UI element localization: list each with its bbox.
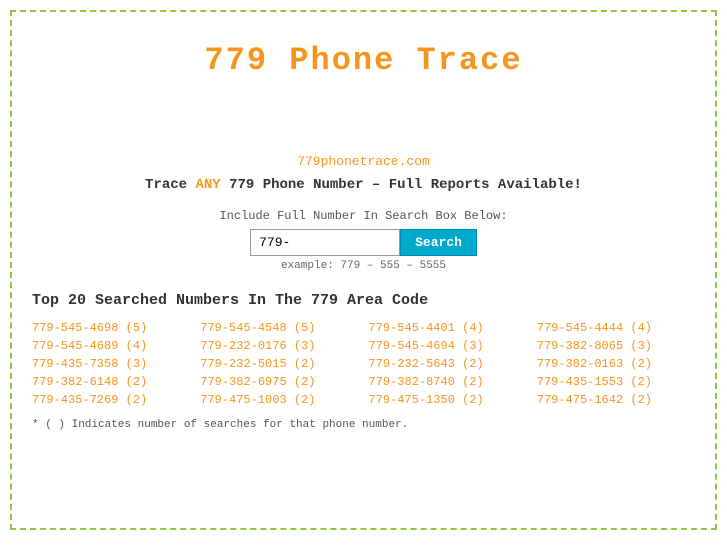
tagline: Trace ANY 779 Phone Number – Full Report… <box>32 177 695 193</box>
number-link[interactable]: 779-435-1553 (2) <box>537 375 695 389</box>
search-example: example: 779 – 555 – 5555 <box>32 260 695 272</box>
number-link[interactable]: 779-382-6975 (2) <box>200 375 358 389</box>
number-link[interactable]: 779-382-6148 (2) <box>32 375 190 389</box>
number-link[interactable]: 779-382-8065 (3) <box>537 339 695 353</box>
number-link[interactable]: 779-545-4689 (4) <box>32 339 190 353</box>
page-container: 779 Phone Trace 779phonetrace.com Trace … <box>10 10 717 530</box>
search-input[interactable] <box>250 229 400 256</box>
site-url: 779phonetrace.com <box>32 154 695 169</box>
search-label: Include Full Number In Search Box Below: <box>32 209 695 223</box>
tagline-before: Trace <box>145 177 195 193</box>
number-link[interactable]: 779-545-4444 (4) <box>537 321 695 335</box>
page-title: 779 Phone Trace <box>32 22 695 94</box>
number-link[interactable]: 779-545-4548 (5) <box>200 321 358 335</box>
number-link[interactable]: 779-232-5643 (2) <box>369 357 527 371</box>
number-link[interactable]: 779-382-0163 (2) <box>537 357 695 371</box>
tagline-any: ANY <box>195 177 220 193</box>
number-link[interactable]: 779-545-4401 (4) <box>369 321 527 335</box>
number-link[interactable]: 779-475-1642 (2) <box>537 393 695 407</box>
number-link[interactable]: 779-435-7269 (2) <box>32 393 190 407</box>
numbers-grid: 779-545-4698 (5) 779-545-4548 (5) 779-545-… <box>32 321 695 407</box>
number-link[interactable]: 779-545-4698 (5) <box>32 321 190 335</box>
footnote: * ( ) Indicates number of searches for t… <box>32 419 695 431</box>
number-link[interactable]: 779-435-7358 (3) <box>32 357 190 371</box>
number-link[interactable]: 779-475-1350 (2) <box>369 393 527 407</box>
number-link[interactable]: 779-232-0176 (3) <box>200 339 358 353</box>
tagline-after: 779 Phone Number – Full Reports Availabl… <box>221 177 582 193</box>
search-row: Search <box>32 229 695 256</box>
search-button[interactable]: Search <box>400 229 477 256</box>
number-link[interactable]: 779-475-1003 (2) <box>200 393 358 407</box>
number-link[interactable]: 779-382-8740 (2) <box>369 375 527 389</box>
number-link[interactable]: 779-545-4694 (3) <box>369 339 527 353</box>
section-title: Top 20 Searched Numbers In The 779 Area … <box>32 292 695 309</box>
number-link[interactable]: 779-232-5015 (2) <box>200 357 358 371</box>
